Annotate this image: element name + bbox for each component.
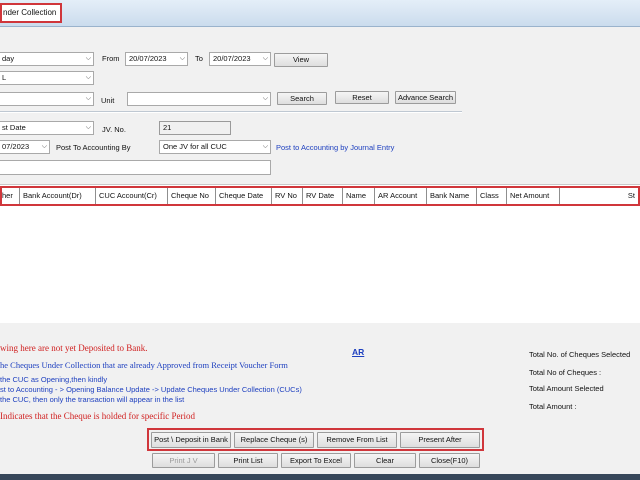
col-ar-account[interactable]: AR Account [375,188,427,204]
note-not-deposited: wing here are not yet Deposited to Bank. [0,343,148,353]
unit-label: Unit [101,96,115,105]
print-list-button[interactable]: Print List [218,453,278,468]
chevron-down-icon: ⌵ [179,55,185,62]
from-label: From [102,54,120,63]
date-type-value: st Date [2,123,26,132]
chevron-down-icon: ⌵ [41,143,47,150]
unit-combo[interactable]: ⌵ [127,92,271,106]
post-to-accounting-by-combo[interactable]: One JV for all CUC ⌵ [159,140,271,154]
col-voucher[interactable]: her [2,188,20,204]
chevron-down-icon: ⌵ [85,55,91,62]
post-date-value: 07/2023 [2,142,30,151]
search-button[interactable]: Search [277,92,327,105]
period-combo[interactable]: day ⌵ [0,52,94,66]
remarks-field[interactable] [0,160,271,175]
chevron-down-icon: ⌵ [262,55,268,62]
col-class[interactable]: Class [477,188,507,204]
note-opening-path: st to Accounting - > Opening Balance Upd… [0,385,302,394]
post-by-journal-entry-link[interactable]: Post to Accounting by Journal Entry [276,143,394,153]
print-jv-button[interactable]: Print J V [152,453,215,468]
from-date-picker[interactable]: 20/07/2023 ⌵ [125,52,188,66]
from-date-value: 20/07/2023 [129,54,167,63]
col-bank-name[interactable]: Bank Name [427,188,477,204]
col-rv-date[interactable]: RV Date [303,188,343,204]
note-transaction-appear: the CUC, then only the transaction will … [0,395,185,404]
view-button[interactable]: View [274,53,328,67]
to-date-picker[interactable]: 20/07/2023 ⌵ [209,52,271,66]
taskbar-strip [0,474,640,480]
col-cuc-account-cr[interactable]: CUC Account(Cr) [96,188,168,204]
col-cheque-no[interactable]: Cheque No [168,188,216,204]
tab-cheques-under-collection[interactable]: nder Collection [0,3,62,23]
period-value: day [2,54,15,63]
post-to-accounting-by-value: One JV for all CUC [163,142,227,151]
col-net-amount[interactable]: Net Amount [507,188,560,204]
jv-no-label: JV. No. [102,125,126,134]
ar-link[interactable]: AR [352,347,364,357]
clear-button[interactable]: Clear [354,453,416,468]
col-name[interactable]: Name [343,188,375,204]
total-count-label: Total No of Cheques : [529,368,602,377]
export-to-excel-button[interactable]: Export To Excel [281,453,351,468]
replace-cheque-button[interactable]: Replace Cheque (s) [234,432,314,448]
close-button[interactable]: Close(F10) [419,453,480,468]
note-opening: the CUC as Opening,then kindly [0,375,108,384]
chevron-down-icon: ⌵ [85,124,91,131]
chevron-down-icon: ⌵ [85,74,91,81]
post-to-accounting-by-label: Post To Accounting By [56,143,131,152]
present-after-button[interactable]: Present After [400,432,480,448]
reset-button[interactable]: Reset [335,91,389,104]
post-deposit-button[interactable]: Post \ Deposit in Bank [151,432,231,448]
title-bar [0,0,640,27]
jv-no-field[interactable]: 21 [159,121,231,135]
type-value: L [2,73,7,82]
col-status[interactable]: St [560,188,638,204]
to-date-value: 20/07/2023 [213,54,251,63]
remove-from-list-button[interactable]: Remove From List [317,432,397,448]
total-amount-label: Total Amount : [529,402,577,411]
post-date-picker[interactable]: 07/2023 ⌵ [0,140,50,154]
chevron-down-icon: ⌵ [85,95,91,102]
col-rv-no[interactable]: RV No [272,188,303,204]
chevron-down-icon: ⌵ [262,143,268,150]
total-selected-amount-label: Total Amount Selected [529,384,604,393]
note-approved-from-rv: he Cheques Under Collection that are alr… [0,360,288,370]
grid-header: her Bank Account(Dr) CUC Account(Cr) Che… [0,186,640,206]
separator [0,111,462,113]
advance-search-button[interactable]: Advance Search [395,91,456,104]
to-label: To [195,54,203,63]
col-bank-account-dr[interactable]: Bank Account(Dr) [20,188,96,204]
note-holded-cheque: Indicates that the Cheque is holded for … [0,411,195,421]
date-type-combo[interactable]: st Date ⌵ [0,121,94,135]
account-combo[interactable]: ⌵ [0,92,94,106]
total-selected-count-label: Total No. of Cheques Selected [529,350,631,359]
chevron-down-icon: ⌵ [262,95,268,102]
type-combo[interactable]: L ⌵ [0,71,94,85]
col-cheque-date[interactable]: Cheque Date [216,188,272,204]
